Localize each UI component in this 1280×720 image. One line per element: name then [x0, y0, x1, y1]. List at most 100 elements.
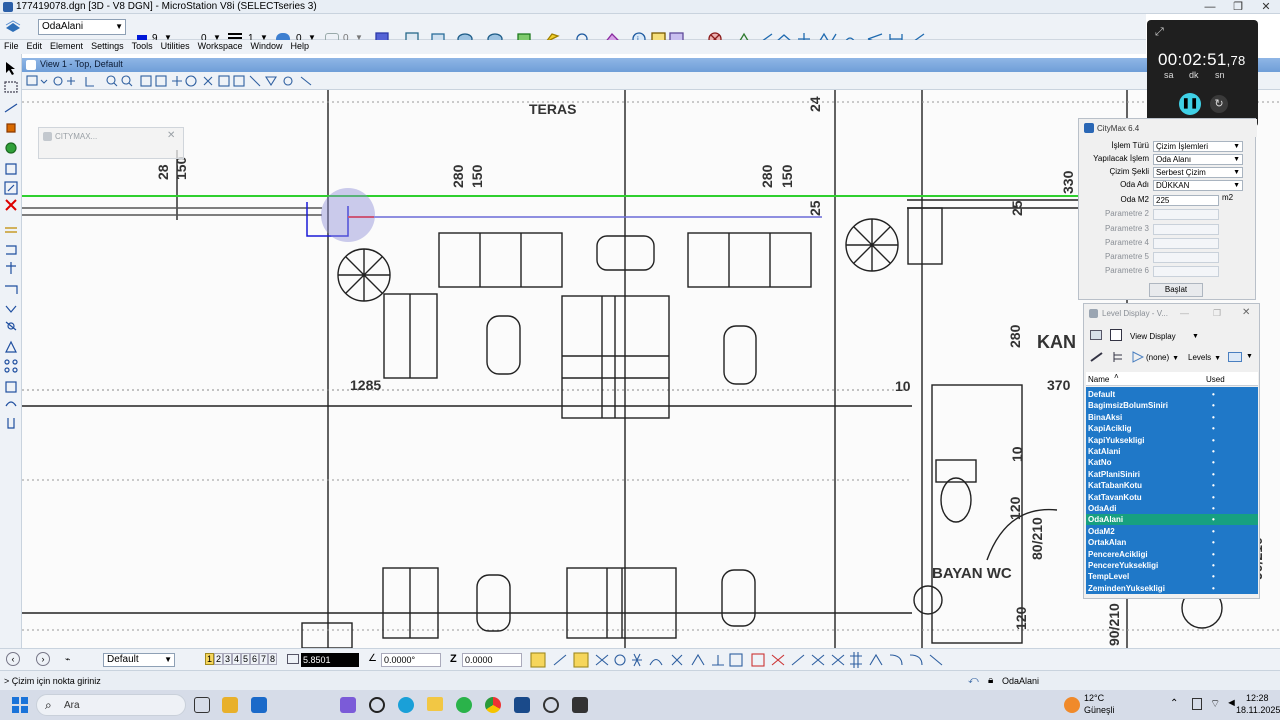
battery-icon[interactable] [1192, 698, 1202, 710]
menu-settings[interactable]: Settings [87, 40, 128, 51]
filter-icon[interactable] [1132, 351, 1145, 363]
expand-icon[interactable]: ⤢ [1155, 26, 1164, 39]
level-row[interactable]: ZemindenYuksekligi • [1086, 583, 1258, 594]
level-row-selected[interactable]: OdaAlani • [1086, 514, 1258, 526]
view-display-combo[interactable]: View Display ▼ [1130, 331, 1210, 343]
view-6-button[interactable]: 6 [250, 653, 259, 665]
menu-element[interactable]: Element [46, 40, 87, 51]
angle-input[interactable]: 0.0000° [381, 653, 441, 667]
chevron-down-icon[interactable]: ▼ [1246, 353, 1253, 360]
menu-tools[interactable]: Tools [128, 40, 157, 51]
view-1-button[interactable]: 1 [205, 653, 214, 665]
window-title: 177419078.dgn [3D - V8 DGN] - MicroStati… [16, 1, 317, 12]
start-button[interactable]: Başlat [1149, 283, 1203, 297]
level-row[interactable]: KatTabanKotu • [1086, 480, 1258, 491]
teams-icon[interactable] [340, 697, 356, 713]
level-row[interactable]: BagimsizBolumSiniri • [1086, 400, 1258, 411]
islem-turu-select[interactable]: Çizim İşlemleri ▼ [1153, 141, 1243, 152]
menu-utilities[interactable]: Utilities [157, 40, 194, 51]
level-list[interactable]: Default • BagimsizBolumSiniri • BinaAksi • Kap… [1086, 387, 1258, 594]
chrome-icon[interactable] [485, 697, 501, 713]
menu-help[interactable]: Help [287, 40, 314, 51]
view-control-icons[interactable] [26, 74, 326, 88]
z-input[interactable]: 0.0000 [462, 653, 522, 667]
level-manager-icon[interactable] [4, 18, 22, 36]
file-explorer-icon[interactable] [427, 697, 443, 711]
level-row[interactable]: PencereYuksekligi • [1086, 560, 1258, 571]
brush-icon[interactable] [1090, 352, 1104, 362]
chatgpt-icon[interactable] [369, 697, 385, 713]
view-4-button[interactable]: 4 [232, 653, 241, 665]
display-mode-icon[interactable] [1228, 352, 1242, 362]
cizim-sekli-select[interactable]: Serbest Çizim ▼ [1153, 167, 1243, 178]
minimize-icon[interactable]: — [1180, 308, 1189, 318]
forward-icon[interactable]: › [36, 652, 50, 666]
whatsapp-icon[interactable] [456, 697, 472, 713]
microstation-taskbar-icon[interactable] [514, 697, 530, 713]
edge-icon[interactable] [398, 697, 414, 713]
chevron-up-icon[interactable]: ⌃ [1170, 698, 1178, 709]
store-icon[interactable] [251, 697, 267, 713]
windows-start-icon[interactable] [12, 697, 28, 713]
reset-icon[interactable]: ↻ [1210, 95, 1228, 113]
label-parametre-3: Parametre 3 [1104, 224, 1149, 233]
maximize-icon[interactable]: ❐ [1213, 308, 1221, 319]
task-view-icon[interactable] [194, 697, 210, 713]
main-tools-icons[interactable] [3, 60, 19, 430]
close-button[interactable]: ✕ [1252, 0, 1280, 14]
media-app-icon[interactable] [572, 697, 588, 713]
level-row[interactable]: KatPlaniSiniri • [1086, 469, 1258, 480]
level-row[interactable]: KatNo • [1086, 457, 1258, 468]
back-icon[interactable]: ‹ [6, 652, 20, 666]
menu-file[interactable]: File [0, 40, 23, 51]
pointer-icon[interactable] [1110, 329, 1122, 341]
clock-app-icon[interactable] [543, 697, 559, 713]
menu-workspace[interactable]: Workspace [194, 40, 247, 51]
menu-edit[interactable]: Edit [23, 40, 47, 51]
view-5-button[interactable]: 5 [241, 653, 250, 665]
level-row[interactable]: KatTavanKotu • [1086, 492, 1258, 503]
arrow-icon[interactable]: ⌁ [65, 654, 70, 665]
model-combo[interactable]: Default ▼ [103, 653, 175, 667]
distance-input[interactable]: 5.8501 [301, 653, 359, 667]
drawing-label: 150 [173, 156, 189, 180]
levels-combo[interactable]: Levels ▼ [1188, 353, 1228, 362]
undo-icon[interactable]: ⤺ [968, 675, 979, 686]
level-row[interactable]: BinaAksi • [1086, 412, 1258, 423]
active-level-combo[interactable]: OdaAlani ▼ [38, 19, 126, 35]
level-row[interactable]: TempLevel • [1086, 571, 1258, 582]
level-row[interactable]: Default • [1086, 389, 1258, 400]
filter-combo[interactable]: (none) ▼ [1146, 353, 1184, 362]
view-3-button[interactable]: 3 [223, 653, 232, 665]
view-8-button[interactable]: 8 [268, 653, 277, 665]
level-row[interactable]: KatAlani • [1086, 446, 1258, 457]
yapilacak-islem-select[interactable]: Oda Alanı ▼ [1153, 154, 1243, 165]
lock-icon[interactable]: 🔒︎ [988, 675, 993, 686]
citymax-minimized-window[interactable]: CITYMAX... ✕ [38, 127, 184, 159]
level-row[interactable]: OdaAdi • [1086, 503, 1258, 514]
tree-icon[interactable] [1112, 351, 1124, 363]
level-row[interactable]: KapiAciklig • [1086, 423, 1258, 434]
copilot-icon[interactable] [222, 697, 238, 713]
oda-m2-input[interactable]: 225 [1153, 195, 1219, 206]
close-icon[interactable]: ✕ [1242, 307, 1250, 318]
minimize-button[interactable]: — [1196, 0, 1224, 14]
wifi-icon[interactable]: ⌔ [1210, 697, 1220, 711]
pause-icon[interactable]: ❚❚ [1179, 93, 1201, 115]
column-used[interactable]: Used [1206, 375, 1225, 384]
view-2-button[interactable]: 2 [214, 653, 223, 665]
taskbar-search[interactable]: ⌕ Ara [36, 694, 186, 716]
level-row[interactable]: OdaM2 • [1086, 526, 1258, 537]
maximize-button[interactable]: ❐ [1224, 0, 1252, 14]
level-row[interactable]: PencereAcikligi • [1086, 549, 1258, 560]
close-icon[interactable]: ✕ [167, 130, 175, 141]
level-row[interactable]: OrtakAlan • [1086, 537, 1258, 548]
view-7-button[interactable]: 7 [259, 653, 268, 665]
level-row[interactable]: KapiYuksekligi • [1086, 435, 1258, 446]
column-name[interactable]: Name [1088, 375, 1109, 384]
menu-window[interactable]: Window [246, 40, 286, 51]
snap-icons[interactable] [530, 652, 950, 668]
oda-adi-select[interactable]: DÜKKAN ▼ [1153, 180, 1243, 191]
view-select-icon[interactable] [1090, 330, 1102, 340]
main-tool-column [0, 54, 22, 648]
